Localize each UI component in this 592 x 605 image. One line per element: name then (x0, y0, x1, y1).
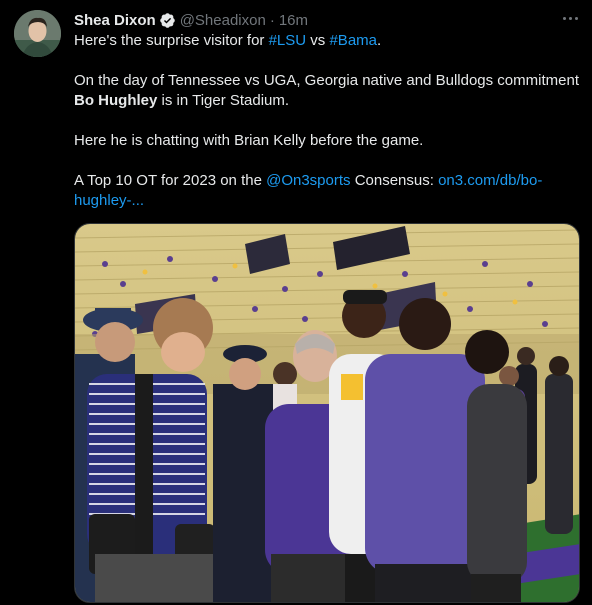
player-name: Bo Hughley (74, 92, 158, 109)
mention-on3sports[interactable]: @On3sports (266, 172, 350, 189)
tweet-text-para-2-line-2: Bo Hughley is in Tiger Stadium. (74, 91, 574, 111)
author-handle[interactable]: @Sheadixon (180, 12, 266, 29)
avatar-image (14, 10, 61, 57)
tweet-text-line-1: Here's the surprise visitor for #LSU vs … (74, 31, 574, 51)
tweet-text-para-4-line-1: A Top 10 OT for 2023 on the @On3sports C… (74, 171, 574, 191)
header-separator: · (269, 11, 275, 29)
text-segment: Here's the surprise visitor for (74, 32, 269, 49)
text-segment: vs (306, 32, 330, 49)
tweet-text-para-3: Here he is chatting with Brian Kelly bef… (74, 132, 424, 149)
tweet-article[interactable]: Shea Dixon @Sheadixon · 16m Here's the s… (0, 0, 592, 605)
text-segment: A Top 10 OT for 2023 on the (74, 172, 267, 189)
author-avatar[interactable] (14, 10, 61, 57)
text-segment: is in Tiger Stadium. (157, 92, 290, 109)
stadium-photo (75, 224, 579, 602)
author-display-name[interactable]: Shea Dixon (74, 12, 156, 29)
external-link-continued[interactable]: hughley-... (74, 192, 144, 209)
text-segment: . (377, 32, 382, 49)
hashtag-lsu[interactable]: #LSU (269, 32, 307, 49)
more-options-icon[interactable] (556, 8, 584, 28)
tweet-text-para-4-line-2: hughley-... (74, 191, 574, 211)
hashtag-bama[interactable]: #Bama (329, 32, 377, 49)
text-segment: Consensus: (350, 172, 439, 189)
tweet-header: Shea Dixon @Sheadixon · 16m (74, 10, 308, 30)
tweet-photo[interactable] (74, 223, 580, 603)
verified-badge-icon (159, 12, 175, 28)
external-link[interactable]: on3.com/db/bo- (438, 172, 542, 189)
tweet-timestamp[interactable]: 16m (279, 12, 308, 29)
tweet-text-para-2-line-1: On the day of Tennessee vs UGA, Georgia … (74, 72, 579, 89)
